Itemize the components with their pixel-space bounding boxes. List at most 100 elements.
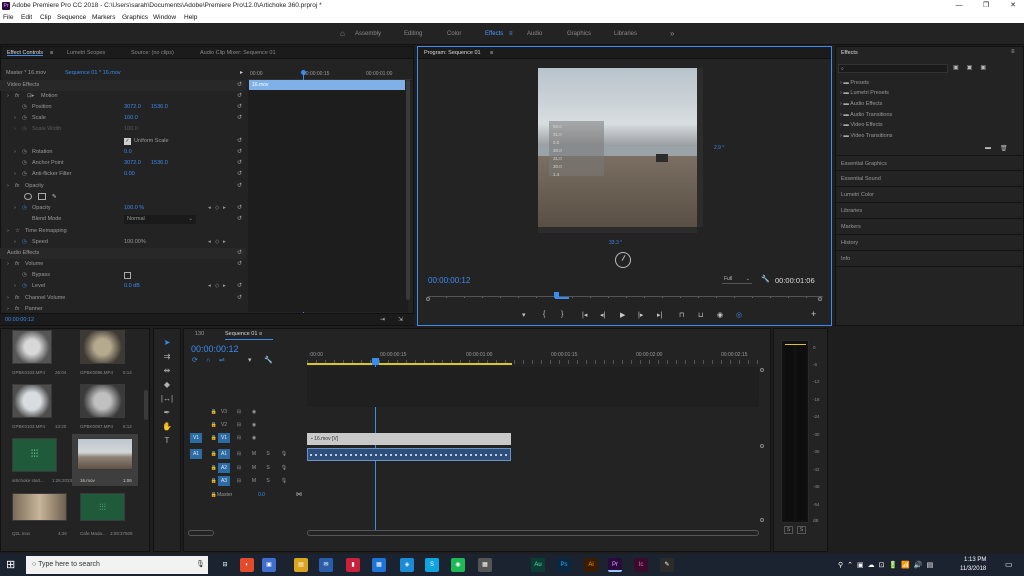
clock-time[interactable]: 1:13 PM bbox=[964, 557, 986, 563]
position-x[interactable]: 3072.0 bbox=[124, 104, 141, 110]
program-scrubber[interactable] bbox=[428, 296, 823, 302]
solo-button[interactable]: S bbox=[262, 476, 274, 486]
source-patch-v1[interactable]: V1 bbox=[190, 433, 202, 443]
anchor-x[interactable]: 3072.0 bbox=[124, 160, 141, 166]
motion-row[interactable]: › fx ⊡▸ Motion ↺ bbox=[0, 91, 246, 102]
home-icon[interactable]: ⌂ bbox=[340, 29, 345, 38]
program-timecode[interactable]: 00:00:00:12 bbox=[428, 276, 470, 285]
menu-file[interactable]: File bbox=[3, 14, 13, 21]
notifications-icon[interactable]: ▭ bbox=[1005, 560, 1013, 569]
ripple-edit-tool-icon[interactable]: ⇹ bbox=[160, 365, 174, 377]
keyframe-add-icon[interactable]: ◇ bbox=[215, 239, 219, 245]
project-thumbnail[interactable] bbox=[80, 330, 125, 364]
opacity-section-row[interactable]: › fx Opacity ↺ bbox=[0, 181, 246, 192]
reset-icon[interactable]: ↺ bbox=[237, 92, 242, 99]
filter-icon[interactable]: ⇥ bbox=[380, 316, 385, 323]
rotation-row[interactable]: › ◷ Rotation 0.0 ↺ bbox=[0, 147, 246, 158]
position-y[interactable]: 1536.0 bbox=[151, 104, 168, 110]
pen-tool-icon[interactable]: ✒ bbox=[160, 407, 174, 419]
effects-tree-item[interactable]: › ▬ Video Transitions bbox=[840, 133, 893, 139]
project-thumbnail[interactable] bbox=[12, 384, 52, 418]
voiceover-mic-icon[interactable]: 🎙 bbox=[278, 463, 290, 473]
step-back-icon[interactable]: ◂| bbox=[600, 311, 605, 319]
timeline-playhead[interactable] bbox=[372, 358, 379, 365]
video-clip[interactable]: ▪ 16.mov [V] bbox=[307, 433, 511, 445]
ec-timecode[interactable]: 00:00:00:12 bbox=[5, 317, 34, 323]
track-sync-icon[interactable]: ⊟ bbox=[233, 476, 245, 486]
anti-flicker-row[interactable]: › ◷ Anti-flicker Filter 0.00 ↺ bbox=[0, 169, 246, 180]
effects-tree-item[interactable]: › ▬ Audio Effects bbox=[840, 101, 882, 107]
mute-button[interactable]: M bbox=[248, 449, 260, 459]
opacity-value[interactable]: 100.0 % bbox=[124, 205, 144, 211]
reset-icon[interactable]: ↺ bbox=[237, 81, 242, 88]
reset-icon[interactable]: ↺ bbox=[237, 204, 242, 211]
solo-button[interactable]: S bbox=[262, 449, 274, 459]
timeline-timecode[interactable]: 00:00:00:12 bbox=[191, 344, 239, 354]
hand-tool-icon[interactable]: ✋ bbox=[160, 421, 174, 433]
track-id[interactable]: A2 bbox=[218, 463, 230, 473]
play-icon[interactable]: ▶ bbox=[620, 311, 625, 319]
reset-icon[interactable]: ↺ bbox=[237, 137, 242, 144]
reset-icon[interactable]: ↺ bbox=[237, 260, 242, 267]
type-tool-icon[interactable]: T bbox=[160, 435, 174, 447]
panel-essential-graphics[interactable]: Essential Graphics bbox=[836, 155, 1024, 171]
bypass-checkbox[interactable] bbox=[124, 272, 131, 279]
mute-button[interactable]: M bbox=[248, 463, 260, 473]
panel-history[interactable]: History bbox=[836, 235, 1024, 251]
tab-lumetri-scopes[interactable]: Lumetri Scopes bbox=[67, 50, 105, 56]
ellipse-mask-icon[interactable] bbox=[24, 193, 32, 200]
effects-menu-icon[interactable]: ≡ bbox=[1011, 49, 1015, 55]
menu-markers[interactable]: Markers bbox=[92, 14, 115, 21]
timeline-snap-tools[interactable]: ⟳∩⇌ bbox=[192, 356, 233, 364]
keyframe-prev-icon[interactable]: ◂ bbox=[208, 205, 211, 211]
taskbar-app-icon[interactable]: ▣ bbox=[262, 558, 276, 572]
reset-icon[interactable]: ↺ bbox=[237, 215, 242, 222]
taskbar-app-icon[interactable]: ✎ bbox=[660, 558, 674, 572]
incopy-icon[interactable]: Ic bbox=[634, 558, 648, 572]
project-thumbnail[interactable] bbox=[12, 493, 67, 521]
scale-value[interactable]: 100.0 bbox=[124, 115, 138, 121]
anchor-point-row[interactable]: ◷ Anchor Point 3072.0 1536.0 ↺ bbox=[0, 158, 246, 169]
track-sync-icon[interactable]: ⊟ bbox=[233, 420, 245, 430]
maximize-button[interactable]: ❐ bbox=[977, 1, 995, 11]
menu-help[interactable]: Help bbox=[184, 14, 197, 21]
menu-sequence[interactable]: Sequence bbox=[57, 14, 86, 21]
windows-start-icon[interactable]: ⊞ bbox=[6, 559, 15, 571]
position-row[interactable]: ◷ Position 3072.0 1536.0 ↺ bbox=[0, 102, 246, 113]
go-to-in-icon[interactable]: |◂ bbox=[582, 311, 587, 319]
workspace-libraries[interactable]: Libraries bbox=[614, 31, 637, 37]
solo-button[interactable]: S bbox=[262, 463, 274, 473]
solo-right-button[interactable]: S bbox=[797, 526, 806, 534]
program-menu-icon[interactable]: ≡ bbox=[490, 50, 493, 56]
blend-mode-select[interactable]: Normal ⌄ bbox=[124, 215, 196, 224]
panel-lumetri-color[interactable]: Lumetri Color bbox=[836, 187, 1024, 203]
reset-icon[interactable]: ↺ bbox=[237, 103, 242, 110]
time-remapping-row[interactable]: › ☆ Time Remapping bbox=[0, 226, 246, 237]
zoom-select[interactable]: Full ⌄ bbox=[722, 275, 752, 284]
track-select-tool-icon[interactable]: ⇉ bbox=[160, 351, 174, 363]
track-height-scrollbar[interactable] bbox=[188, 530, 214, 536]
calculator-icon[interactable]: ▦ bbox=[478, 558, 492, 572]
lift-icon[interactable]: ⊓ bbox=[679, 311, 684, 319]
rectangle-mask-icon[interactable] bbox=[38, 193, 46, 200]
collapse-icon[interactable]: ▸ bbox=[240, 69, 243, 76]
track-sync-icon[interactable]: ⊟ bbox=[233, 463, 245, 473]
taskbar-app-icon[interactable]: ▮ bbox=[346, 558, 360, 572]
vr-vertical-slider[interactable] bbox=[697, 68, 703, 227]
menu-edit[interactable]: Edit bbox=[21, 14, 32, 21]
track-id[interactable]: V1 bbox=[218, 433, 230, 443]
delete-icon[interactable]: 🗑 bbox=[1000, 145, 1008, 152]
effects-tree-item[interactable]: › ▬ Lumetri Presets bbox=[840, 90, 889, 96]
program-title[interactable]: Program: Sequence 01 bbox=[424, 50, 481, 56]
effects-tree-item[interactable]: › ▬ Audio Transitions bbox=[840, 112, 892, 118]
work-area-bar[interactable] bbox=[307, 363, 512, 365]
slip-tool-icon[interactable]: |↔| bbox=[160, 393, 174, 405]
clock-date[interactable]: 11/3/2018 bbox=[960, 566, 986, 572]
mark-out-icon[interactable]: } bbox=[561, 311, 563, 318]
reset-icon[interactable]: ↺ bbox=[237, 294, 242, 301]
illustrator-icon[interactable]: Ai bbox=[584, 558, 598, 572]
button-editor-add-icon[interactable]: + bbox=[811, 309, 816, 319]
project-thumbnail[interactable] bbox=[80, 384, 125, 418]
ec-scrollbar[interactable] bbox=[406, 80, 410, 300]
premiere-pro-icon[interactable]: Pr bbox=[608, 558, 622, 572]
